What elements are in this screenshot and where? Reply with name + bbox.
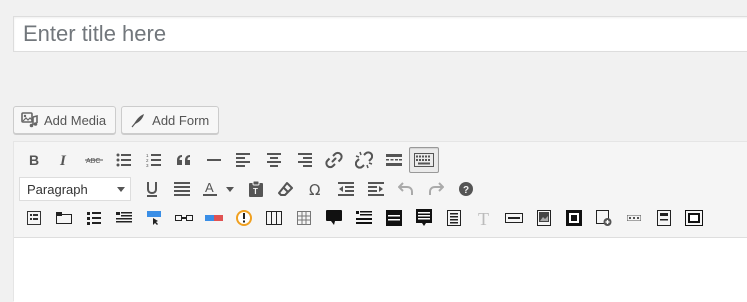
shortcode-text-block-icon[interactable]	[109, 205, 139, 231]
shortcode-slider-icon[interactable]	[679, 205, 709, 231]
format-select-value: Paragraph	[27, 181, 88, 197]
shortcode-columns-icon[interactable]	[259, 205, 289, 231]
clear-formatting-button[interactable]	[271, 176, 301, 202]
add-media-label: Add Media	[44, 112, 107, 128]
media-buttons: Add Media Add Form	[13, 106, 220, 134]
shortcode-speech-bubble-icon[interactable]	[319, 205, 349, 231]
undo-button[interactable]	[391, 176, 421, 202]
shortcode-heading-text-icon[interactable]	[349, 205, 379, 231]
shortcode-document-icon[interactable]	[439, 205, 469, 231]
redo-button[interactable]	[421, 176, 451, 202]
blockquote-button[interactable]	[169, 147, 199, 173]
remove-link-button[interactable]	[349, 147, 379, 173]
horizontal-line-button[interactable]	[199, 147, 229, 173]
keyboard-shortcuts-button[interactable]: ?	[451, 176, 481, 202]
shortcode-divider-icon[interactable]	[169, 205, 199, 231]
shortcode-list-icon[interactable]	[19, 205, 49, 231]
svg-text:3: 3	[146, 163, 149, 167]
shortcode-section-icon[interactable]	[379, 205, 409, 231]
feather-icon	[129, 111, 147, 129]
bold-button[interactable]: B	[19, 147, 49, 173]
shortcode-alert-icon[interactable]	[229, 205, 259, 231]
editor-toolbar: B I ABC 123 Paragraph A T Ω ? T	[14, 142, 747, 238]
svg-text:B: B	[29, 153, 39, 167]
special-character-button[interactable]: Ω	[301, 176, 331, 202]
insert-link-button[interactable]	[319, 147, 349, 173]
svg-text:I: I	[59, 153, 67, 167]
svg-text:Ω: Ω	[309, 181, 320, 197]
text-color-button[interactable]: A	[197, 176, 241, 202]
increase-indent-button[interactable]	[361, 176, 391, 202]
editor-content-area[interactable]	[14, 238, 747, 302]
svg-text:?: ?	[463, 185, 469, 196]
justify-button[interactable]	[167, 176, 197, 202]
shortcode-box-icon[interactable]	[649, 205, 679, 231]
decrease-indent-button[interactable]	[331, 176, 361, 202]
strikethrough-button[interactable]: ABC	[79, 147, 109, 173]
svg-text:ABC: ABC	[86, 158, 100, 165]
bulleted-list-button[interactable]	[109, 147, 139, 173]
svg-text:A: A	[205, 181, 214, 195]
numbered-list-button[interactable]: 123	[139, 147, 169, 173]
media-icon	[21, 111, 39, 129]
align-right-button[interactable]	[289, 147, 319, 173]
shortcode-image-icon[interactable]	[529, 205, 559, 231]
paste-as-text-button[interactable]: T	[241, 176, 271, 202]
toolbar-row-2: Paragraph A T Ω ?	[19, 176, 481, 202]
shortcode-add-media-icon[interactable]	[589, 205, 619, 231]
shortcode-table-icon[interactable]	[289, 205, 319, 231]
post-editor: B I ABC 123 Paragraph A T Ω ? T	[13, 141, 747, 302]
shortcode-video-icon[interactable]	[559, 205, 589, 231]
add-media-button[interactable]: Add Media	[13, 106, 117, 134]
chevron-down-icon	[117, 186, 125, 192]
shortcode-tooltip-icon[interactable]	[409, 205, 439, 231]
shortcode-progress-bar-icon[interactable]	[199, 205, 229, 231]
shortcode-button-icon[interactable]	[139, 205, 169, 231]
paragraph-format-select[interactable]: Paragraph	[19, 177, 131, 201]
svg-text:T: T	[253, 187, 258, 196]
post-title-input[interactable]	[14, 17, 747, 51]
shortcode-typography-icon[interactable]: T	[469, 205, 499, 231]
underline-button[interactable]	[137, 176, 167, 202]
align-left-button[interactable]	[229, 147, 259, 173]
shortcode-input-icon[interactable]	[499, 205, 529, 231]
align-center-button[interactable]	[259, 147, 289, 173]
svg-text:T: T	[478, 210, 489, 226]
toolbar-toggle-button[interactable]	[409, 147, 439, 173]
toolbar-row-1: B I ABC 123	[19, 147, 439, 173]
read-more-button[interactable]	[379, 147, 409, 173]
italic-button[interactable]: I	[49, 147, 79, 173]
toolbar-row-3: T	[19, 205, 709, 231]
post-title-field[interactable]	[13, 16, 747, 52]
add-form-button[interactable]: Add Form	[121, 106, 220, 134]
add-form-label: Add Form	[152, 112, 210, 128]
shortcode-bullets-icon[interactable]	[79, 205, 109, 231]
shortcode-counter-icon[interactable]	[619, 205, 649, 231]
shortcode-tabs-icon[interactable]	[49, 205, 79, 231]
